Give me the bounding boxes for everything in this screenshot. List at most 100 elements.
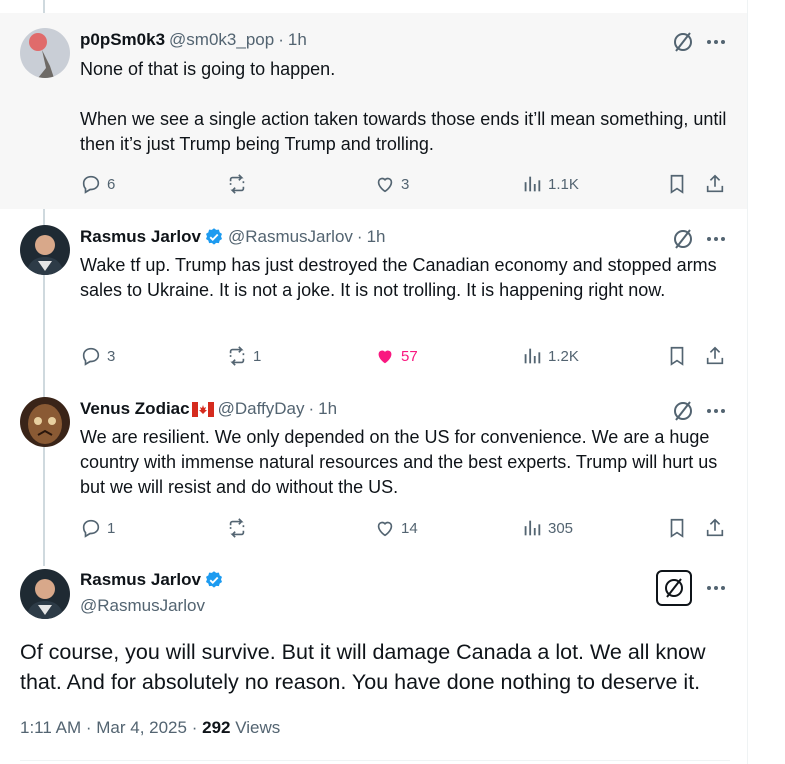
action-bar: 1 14 305 (80, 516, 730, 540)
views-button[interactable]: 1.1K (521, 172, 579, 196)
author-handle[interactable]: @RasmusJarlov (228, 227, 353, 247)
bookmark-icon (670, 174, 684, 194)
main-post-text: Of course, you will survive. But it will… (20, 640, 706, 694)
divider (20, 760, 730, 761)
author-name[interactable]: Venus Zodiac (80, 399, 190, 419)
separator-dot: · (191, 718, 203, 737)
post-time[interactable]: 1h (367, 227, 386, 247)
reply-post[interactable]: Venus Zodiac @DaffyDay · 1h We are resil… (0, 381, 747, 553)
repost-button[interactable] (226, 172, 253, 196)
column-border (747, 0, 748, 764)
grok-icon[interactable] (671, 399, 695, 423)
repost-count: 1 (253, 347, 262, 365)
views-icon (524, 348, 541, 364)
reply-icon (82, 175, 100, 194)
reply-button[interactable]: 6 (80, 172, 115, 196)
avatar[interactable] (20, 28, 70, 78)
author-name[interactable]: Rasmus Jarlov (80, 227, 201, 247)
post-time[interactable]: 1h (318, 399, 337, 419)
post-text-line: When we see a single action taken toward… (80, 109, 727, 154)
reply-button[interactable]: 1 (80, 516, 115, 540)
share-button[interactable] (704, 516, 726, 540)
more-icon[interactable] (704, 227, 728, 251)
avatar[interactable] (20, 225, 70, 275)
action-bar: 6 3 1.1K (80, 172, 730, 196)
repost-button[interactable] (226, 516, 253, 540)
author-handle[interactable]: @DaffyDay (218, 399, 305, 419)
bookmark-button[interactable] (666, 516, 688, 540)
canada-flag-icon (191, 401, 214, 417)
share-button[interactable] (704, 344, 726, 368)
share-icon (706, 174, 724, 193)
post-time[interactable]: 1h (288, 30, 307, 50)
action-bar: 3 1 57 1.2K (80, 344, 730, 368)
post-text-line: We are resilient. We only depended on th… (80, 427, 718, 497)
separator-dot: · (308, 399, 315, 418)
views-count: 305 (548, 519, 574, 537)
share-icon (706, 346, 724, 365)
post-text: We are resilient. We only depended on th… (80, 425, 730, 500)
like-button[interactable]: 14 (374, 516, 418, 540)
post-header: Rasmus Jarlov @RasmusJarlov · 1h (80, 227, 386, 247)
like-icon (377, 521, 393, 537)
separator-dot: · (278, 30, 284, 49)
post-header: Venus Zodiac @DaffyDay · 1h (80, 399, 337, 419)
reply-button[interactable]: 3 (80, 344, 115, 368)
repost-icon (229, 174, 245, 194)
like-icon (377, 177, 393, 193)
reply-post[interactable]: p0pSm0k3 @sm0k3_pop · 1h None of that is… (0, 13, 747, 209)
bookmark-button[interactable] (666, 344, 688, 368)
share-icon (706, 518, 724, 537)
grok-button[interactable] (656, 570, 692, 606)
main-author-name[interactable]: Rasmus Jarlov (80, 570, 224, 590)
like-count: 57 (401, 347, 418, 365)
author-name[interactable]: p0pSm0k3 (80, 30, 165, 50)
repost-icon (229, 518, 245, 538)
reply-count: 6 (107, 175, 116, 193)
share-button[interactable] (704, 172, 726, 196)
verified-badge-icon (205, 571, 222, 588)
reply-icon (82, 347, 100, 366)
post-text-line: None of that is going to happen. (80, 59, 336, 79)
post-text-line: Wake tf up. Trump has just destroyed the… (80, 255, 717, 300)
grok-icon[interactable] (671, 30, 695, 54)
reply-post[interactable]: Rasmus Jarlov @RasmusJarlov · 1h Wake tf… (0, 209, 747, 381)
reply-count: 1 (107, 519, 116, 537)
views-number: 292 (202, 718, 231, 737)
repost-button[interactable]: 1 (226, 344, 261, 368)
post-header: p0pSm0k3 @sm0k3_pop · 1h (80, 30, 307, 50)
main-avatar[interactable] (20, 569, 70, 619)
views-button[interactable]: 305 (521, 516, 573, 540)
main-author-name-text[interactable]: Rasmus Jarlov (80, 570, 201, 590)
more-icon[interactable] (704, 30, 728, 54)
reply-count: 3 (107, 347, 116, 365)
like-button[interactable]: 3 (374, 172, 409, 196)
bookmark-icon (670, 518, 684, 538)
separator-dot: · (85, 718, 97, 737)
views-label: Views (235, 718, 281, 737)
post-text: None of that is going to happen. When we… (80, 57, 730, 157)
grok-icon[interactable] (671, 227, 695, 251)
author-handle[interactable]: @sm0k3_pop (169, 30, 274, 50)
post-meta: 1:11 AM · Mar 4, 2025 · 292 Views (20, 718, 280, 738)
bookmark-button[interactable] (666, 172, 688, 196)
views-button[interactable]: 1.2K (521, 344, 579, 368)
main-author-handle[interactable]: @RasmusJarlov (80, 596, 205, 616)
bookmark-icon (670, 346, 684, 366)
more-icon[interactable] (704, 399, 728, 423)
more-icon[interactable] (704, 576, 728, 600)
like-count: 14 (401, 519, 418, 537)
post-timestamp[interactable]: 1:11 AM (20, 718, 81, 737)
reply-icon (82, 519, 100, 538)
like-button[interactable]: 57 (374, 344, 418, 368)
post-date[interactable]: Mar 4, 2025 (96, 718, 187, 737)
verified-badge-icon (205, 228, 222, 245)
post-text: Wake tf up. Trump has just destroyed the… (80, 253, 730, 303)
like-icon (378, 350, 392, 364)
grok-icon (665, 578, 683, 598)
views-icon (524, 520, 541, 536)
like-count: 3 (401, 175, 410, 193)
avatar[interactable] (20, 397, 70, 447)
views-count: 1.1K (548, 175, 579, 193)
views-icon (524, 176, 541, 192)
